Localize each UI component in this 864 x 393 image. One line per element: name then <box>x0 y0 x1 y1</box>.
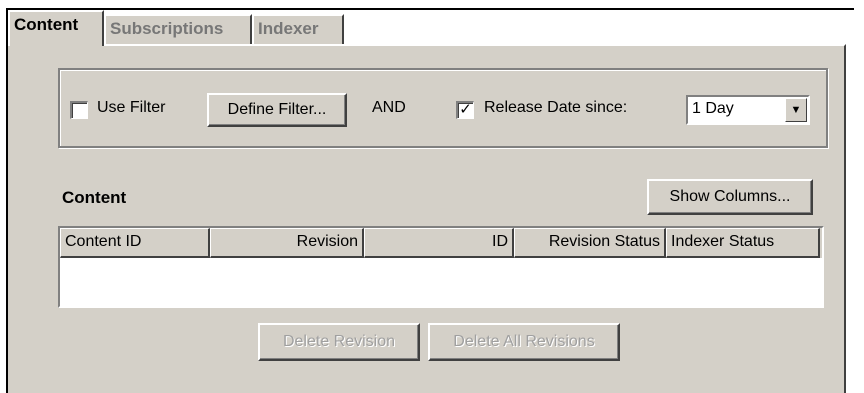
show-columns-button[interactable]: Show Columns... <box>647 179 813 215</box>
define-filter-button[interactable]: Define Filter... <box>207 93 347 127</box>
tab-subscriptions[interactable]: Subscriptions <box>104 14 252 44</box>
release-date-label: Release Date since: <box>484 99 628 116</box>
content-section-title: Content <box>62 188 127 207</box>
column-header-content-id[interactable]: Content ID <box>60 228 210 258</box>
column-header-indexer-status[interactable]: Indexer Status <box>666 228 820 258</box>
content-listview[interactable]: Content ID Revision ID Revision Status I… <box>58 226 824 308</box>
release-date-value: 1 Day <box>692 100 734 117</box>
window-border-top <box>6 8 854 10</box>
and-label: AND <box>372 99 406 116</box>
use-filter-checkbox[interactable] <box>70 101 88 119</box>
listview-header: Content ID Revision ID Revision Status I… <box>60 228 822 258</box>
chevron-down-icon: ▼ <box>790 104 802 116</box>
column-header-id[interactable]: ID <box>364 228 514 258</box>
release-date-checkbox[interactable]: ✓ <box>456 101 474 119</box>
use-filter-label: Use Filter <box>97 99 166 116</box>
delete-revision-button[interactable]: Delete Revision <box>258 323 420 361</box>
delete-all-revisions-button[interactable]: Delete All Revisions <box>428 323 620 361</box>
dropdown-button[interactable]: ▼ <box>785 98 807 122</box>
column-header-revision[interactable]: Revision <box>210 228 364 258</box>
release-date-select[interactable]: 1 Day ▼ <box>686 95 810 125</box>
tab-content[interactable]: Content <box>8 10 104 46</box>
tab-indexer[interactable]: Indexer <box>252 14 344 44</box>
column-header-revision-status[interactable]: Revision Status <box>514 228 666 258</box>
check-icon: ✓ <box>459 101 472 118</box>
